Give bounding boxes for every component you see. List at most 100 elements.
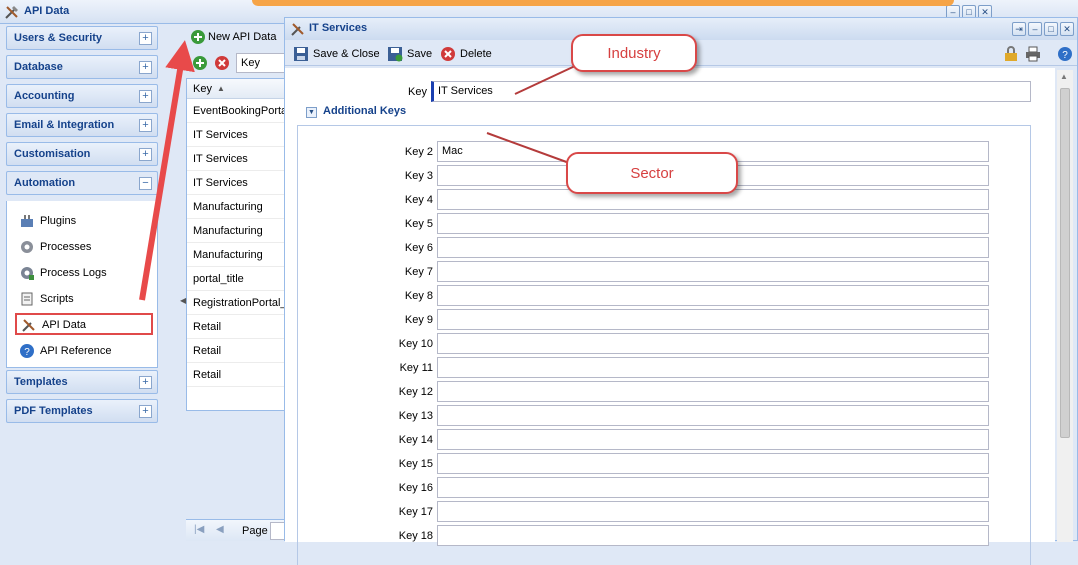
key-7-field[interactable] [437, 261, 989, 282]
row-key-cell: EventBookingPortal [193, 105, 285, 117]
svg-text:?: ? [1062, 50, 1068, 61]
key-6-field[interactable] [437, 237, 989, 258]
row-key-cell: Manufacturing [193, 225, 263, 237]
key-7-label: Key 7 [404, 266, 433, 278]
expand-icon[interactable]: + [139, 119, 152, 132]
collapse-icon[interactable]: − [139, 177, 152, 190]
table-row[interactable]: IT Services [187, 147, 285, 171]
key-3-label: Key 3 [404, 170, 433, 182]
key-5-field[interactable] [437, 213, 989, 234]
key-11-field[interactable] [437, 357, 989, 378]
key-label: Key [408, 86, 427, 98]
key-14-label: Key 14 [398, 434, 433, 446]
expand-icon[interactable]: + [139, 376, 152, 389]
prev-page-icon[interactable]: ◀ [216, 524, 224, 535]
section-database[interactable]: Database + [6, 55, 158, 79]
row-key-cell: Retail [193, 345, 222, 357]
save-icon [388, 47, 403, 62]
table-row[interactable]: Manufacturing [187, 243, 285, 267]
row-key-cell: Manufacturing [193, 249, 263, 261]
table-row[interactable]: RegistrationPortal_ [187, 291, 285, 315]
lock-icon[interactable] [1004, 46, 1018, 62]
sidebar-item-plugins[interactable]: Plugins [15, 211, 153, 231]
table-row[interactable]: Retail [187, 339, 285, 363]
row-key-cell: RegistrationPortal_ [193, 297, 285, 309]
add-filter-icon[interactable] [192, 55, 208, 71]
additional-keys-legend[interactable]: ▼ Additional Keys [303, 105, 410, 121]
script-icon [21, 292, 33, 306]
section-email-integration[interactable]: Email & Integration + [6, 113, 158, 137]
table-row[interactable]: portal_title [187, 267, 285, 291]
api-data-list-panel: New API Data Key Key ▲ EventBookingPorta… [186, 26, 286, 541]
section-pdf-templates[interactable]: PDF Templates + [6, 399, 158, 423]
column-header-key[interactable]: Key ▲ [187, 79, 285, 99]
sidebar-item-api-reference[interactable]: ? API Reference [15, 341, 153, 361]
dialog-maximize-button[interactable]: □ [1044, 22, 1058, 36]
key-17-label: Key 17 [398, 506, 433, 518]
filter-field-select[interactable]: Key [236, 53, 286, 73]
table-row[interactable]: EventBookingPortal [187, 99, 285, 123]
key-18-field[interactable] [437, 525, 989, 546]
api-data-dialog: IT Services ⇥ – □ ✕ Save & Close Save De… [284, 17, 1078, 565]
sidebar-item-processes[interactable]: Processes [15, 237, 153, 257]
window-title: API Data [24, 5, 70, 17]
row-key-cell: IT Services [193, 177, 248, 189]
key-18-label: Key 18 [398, 530, 433, 542]
dialog-scrollbar[interactable]: ▲ [1057, 70, 1073, 542]
table-row[interactable]: Retail [187, 315, 285, 339]
table-row[interactable]: Manufacturing [187, 219, 285, 243]
expand-icon[interactable]: + [139, 61, 152, 74]
section-templates[interactable]: Templates + [6, 370, 158, 394]
section-automation[interactable]: Automation − [6, 171, 158, 195]
expand-icon[interactable]: + [139, 405, 152, 418]
sidebar-item-api-data[interactable]: API Data [15, 313, 153, 335]
automation-items: Plugins Processes Process Logs Scripts A… [6, 201, 158, 368]
key-13-label: Key 13 [398, 410, 433, 422]
section-accounting[interactable]: Accounting + [6, 84, 158, 108]
key-15-field[interactable] [437, 453, 989, 474]
sidebar-item-process-logs[interactable]: Process Logs [15, 263, 153, 283]
annotation-industry: Industry [571, 34, 697, 72]
key-4-label: Key 4 [404, 194, 433, 206]
key-8-field[interactable] [437, 285, 989, 306]
key-17-field[interactable] [437, 501, 989, 522]
row-key-cell: portal_title [193, 273, 244, 285]
help-icon[interactable]: ? [1057, 46, 1073, 62]
dialog-minimize-button[interactable]: – [1028, 22, 1042, 36]
key-field[interactable]: IT Services [431, 81, 1031, 102]
tools-icon [22, 319, 35, 332]
dialog-close-button[interactable]: ✕ [1060, 22, 1074, 36]
scroll-thumb[interactable] [1060, 88, 1070, 438]
collapse-handle-icon[interactable]: ◀ [180, 296, 186, 305]
row-key-cell: Retail [193, 321, 222, 333]
key-11-label: Key 11 [399, 362, 433, 374]
row-key-cell: IT Services [193, 129, 248, 141]
print-icon[interactable] [1025, 46, 1041, 62]
table-row[interactable]: IT Services [187, 123, 285, 147]
key-14-field[interactable] [437, 429, 989, 450]
key-8-label: Key 8 [404, 290, 433, 302]
first-page-icon[interactable]: |◀ [194, 524, 204, 535]
key-9-field[interactable] [437, 309, 989, 330]
key-10-field[interactable] [437, 333, 989, 354]
plugin-icon [21, 215, 33, 227]
pin-button[interactable]: ⇥ [1012, 22, 1026, 36]
section-users-security[interactable]: Users & Security + [6, 26, 158, 50]
remove-filter-icon[interactable] [214, 55, 230, 71]
key-13-field[interactable] [437, 405, 989, 426]
collapse-fieldset-icon[interactable]: ▼ [306, 107, 317, 118]
key-12-field[interactable] [437, 381, 989, 402]
tools-icon [291, 23, 304, 36]
section-customisation[interactable]: Customisation + [6, 142, 158, 166]
process-log-icon [21, 267, 34, 280]
key-16-field[interactable] [437, 477, 989, 498]
expand-icon[interactable]: + [139, 148, 152, 161]
filter-toolbar: Key [186, 52, 286, 76]
expand-icon[interactable]: + [139, 90, 152, 103]
table-row[interactable]: Retail [187, 363, 285, 387]
sidebar-item-scripts[interactable]: Scripts [15, 289, 153, 309]
table-row[interactable]: IT Services [187, 171, 285, 195]
expand-icon[interactable]: + [139, 32, 152, 45]
scroll-up-icon[interactable]: ▲ [1060, 72, 1068, 81]
table-row[interactable]: Manufacturing [187, 195, 285, 219]
